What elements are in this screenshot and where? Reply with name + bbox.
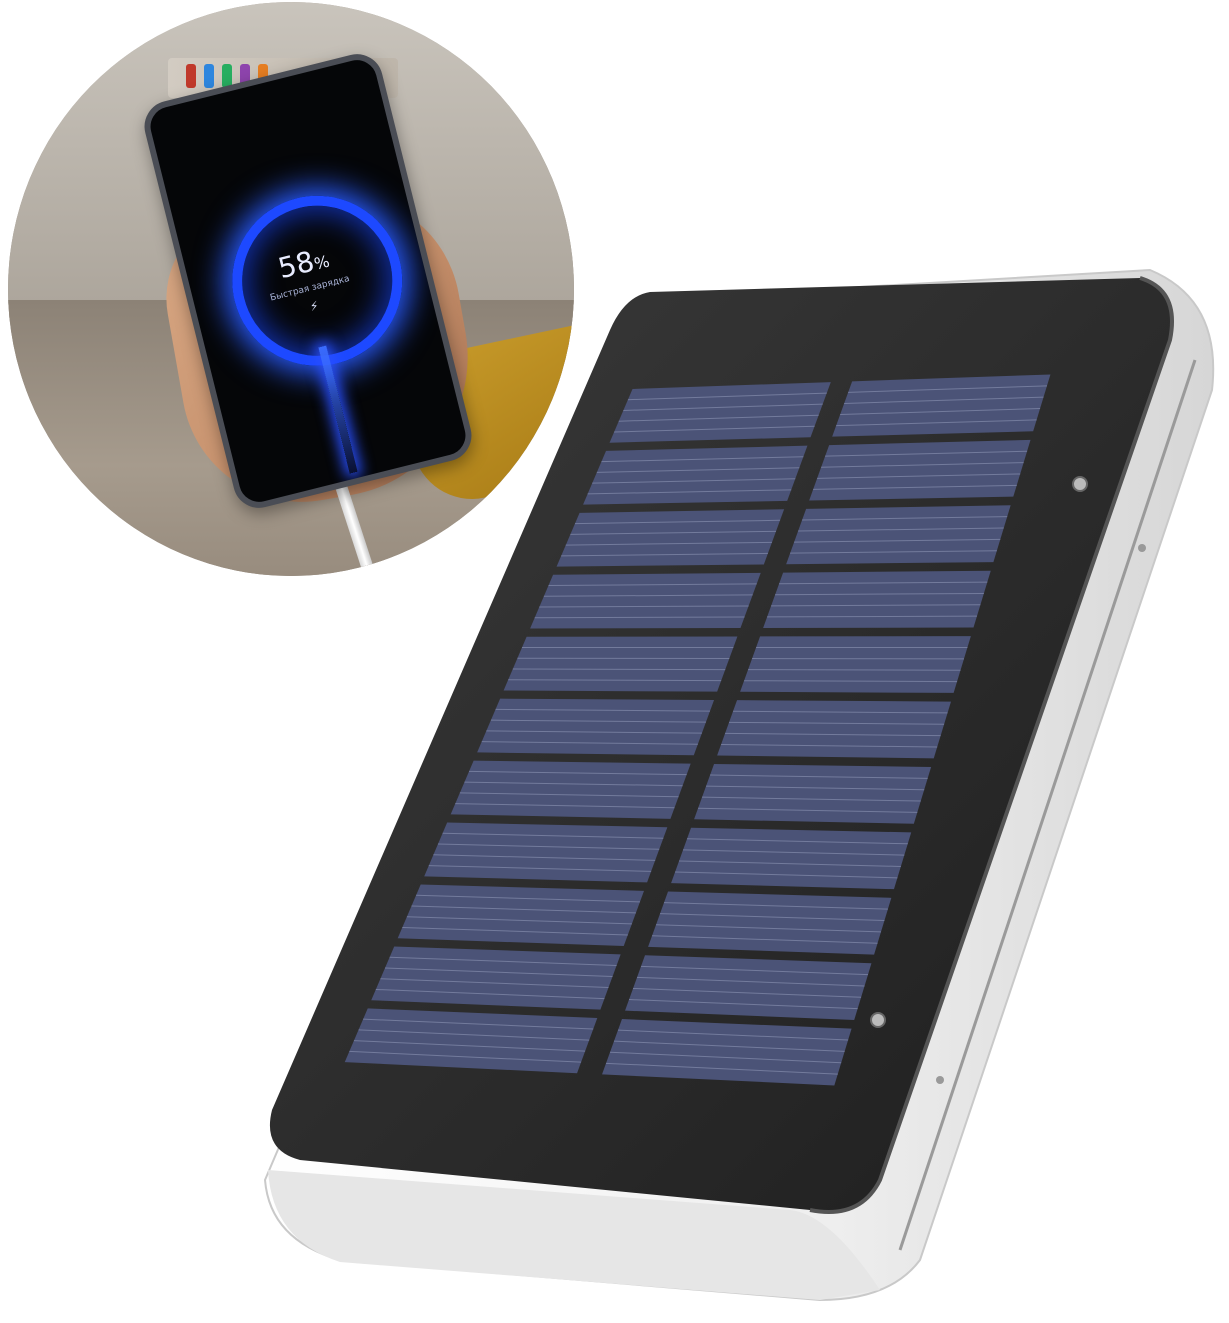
solar-cell <box>763 570 991 628</box>
shell-screw-top <box>1138 544 1146 552</box>
solar-cell <box>397 884 645 947</box>
product-image: 58% Быстрая зарядка ⚡ <box>0 0 1229 1323</box>
solar-cell <box>344 1008 598 1074</box>
shell-screw-bottom <box>936 1076 944 1084</box>
solar-cell <box>740 636 971 693</box>
solar-cell <box>530 572 761 629</box>
screw-top <box>1072 476 1088 492</box>
solar-cell-line <box>748 669 961 671</box>
solar-power-bank <box>263 268 1215 1302</box>
solar-cell-line <box>512 668 726 671</box>
solar-cell <box>648 891 892 955</box>
solar-cell <box>424 822 668 883</box>
solar-cell <box>671 827 912 890</box>
solar-cell <box>625 955 872 1021</box>
solar-cell <box>450 760 691 819</box>
solar-cell <box>717 700 952 759</box>
solar-cell <box>556 509 785 567</box>
solar-cell <box>583 445 808 505</box>
solar-cell <box>602 1019 852 1086</box>
solar-cell <box>503 636 738 692</box>
screw-bottom <box>870 1012 886 1028</box>
solar-cell <box>477 698 715 756</box>
solar-cell <box>809 439 1031 501</box>
solar-cell <box>609 382 831 443</box>
solar-cell <box>832 374 1051 437</box>
solar-cell <box>371 946 621 1010</box>
solar-cell <box>786 505 1011 565</box>
solar-cell <box>694 763 932 824</box>
